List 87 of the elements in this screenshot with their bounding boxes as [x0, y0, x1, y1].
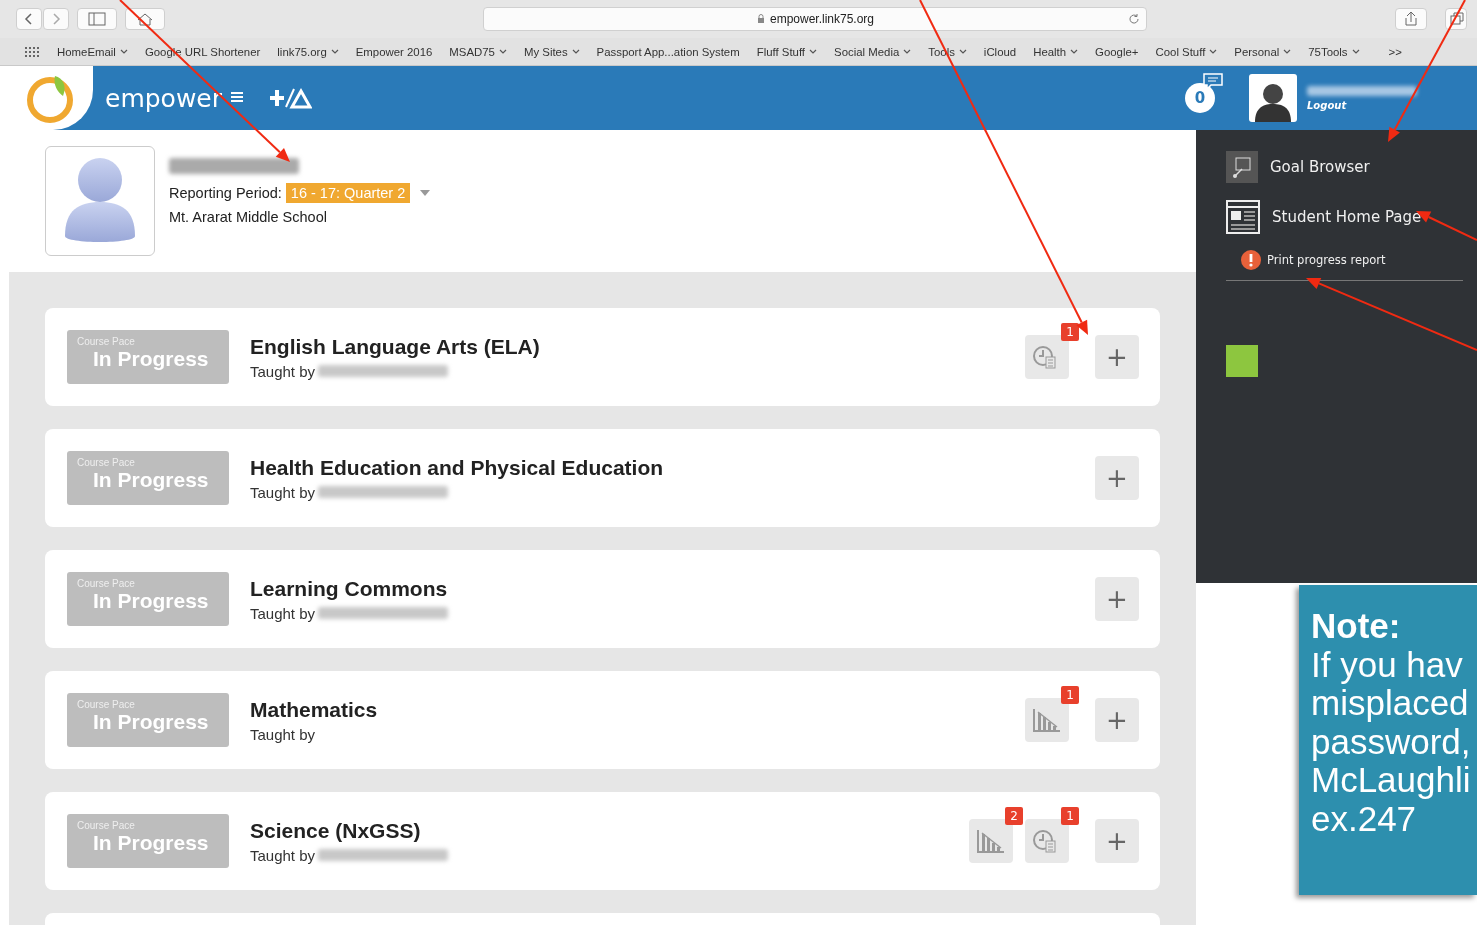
bookmark-item[interactable]: MSAD75 — [449, 45, 507, 58]
bookmark-item[interactable]: iCloud — [983, 45, 1017, 58]
note-text: If you hav — [1311, 645, 1464, 684]
chevron-icon — [119, 48, 128, 55]
webpage-icon — [1226, 200, 1260, 234]
home-icon[interactable] — [125, 8, 165, 30]
menu-item[interactable]: Student Home Page — [1226, 192, 1463, 242]
count-badge: 1 — [1061, 807, 1079, 825]
lock-icon — [755, 14, 766, 24]
more-bookmarks-button[interactable]: >> — [1388, 45, 1402, 58]
logout-link[interactable]: Logout — [1307, 99, 1477, 111]
bookmark-item[interactable]: Passport App...ation System — [596, 45, 740, 58]
bar-chart-button[interactable] — [969, 819, 1013, 863]
notification-button[interactable]: 0 — [1185, 83, 1215, 113]
menu-item[interactable]: Print progress report — [1226, 242, 1463, 278]
note-title: Note: — [1311, 607, 1402, 646]
reload-icon[interactable] — [1128, 13, 1140, 25]
chevron-icon — [1070, 48, 1079, 55]
bookmark-item[interactable]: Cool Stuff — [1155, 45, 1218, 58]
url-text: empower.link75.org — [769, 12, 875, 26]
whiteboard-icon — [1226, 151, 1258, 183]
add-button[interactable]: + — [1095, 577, 1139, 621]
note-text: ex.247 — [1311, 799, 1417, 838]
chevron-icon — [498, 48, 507, 55]
course-title[interactable]: Mathematics — [250, 697, 1025, 722]
course-title[interactable]: Health Education and Physical Education — [250, 455, 1081, 480]
bookmark-item[interactable]: link75.org — [277, 45, 339, 58]
pace-status: In Progress — [92, 468, 210, 492]
note-text: password, — [1311, 722, 1472, 761]
menu-item[interactable]: Goal Browser — [1226, 142, 1463, 192]
chevron-icon — [1351, 48, 1360, 55]
bookmark-item[interactable]: Fluff Stuff — [756, 45, 818, 58]
bookmark-item[interactable]: HomeEmail — [57, 45, 128, 58]
count-badge: 1 — [1061, 323, 1079, 341]
bar-chart-icon — [1032, 707, 1062, 733]
bookmark-item[interactable]: My Sites — [523, 45, 580, 58]
share-icon[interactable] — [1395, 8, 1427, 30]
course-title[interactable]: Science (NxGSS) — [250, 818, 969, 843]
chevron-icon — [958, 48, 967, 55]
back-icon[interactable] — [16, 8, 42, 30]
pace-status: In Progress — [92, 710, 210, 734]
bookmark-item[interactable]: Social Media — [834, 45, 912, 58]
note-text: McLaughli — [1311, 761, 1472, 800]
color-swatch — [1226, 345, 1258, 377]
note-text: misplaced — [1311, 684, 1470, 723]
school-name: Mt. Ararat Middle School — [169, 208, 328, 225]
chevron-icon — [571, 48, 580, 55]
taught-by-label: Taught by — [250, 362, 316, 380]
bar-chart-icon — [976, 828, 1006, 854]
add-button[interactable]: + — [1095, 698, 1139, 742]
course-title[interactable]: Learning Commons — [250, 576, 1081, 601]
avatar-frame[interactable] — [1249, 74, 1297, 122]
add-button[interactable]: + — [1095, 456, 1139, 500]
bookmark-item[interactable]: Google+ — [1095, 45, 1139, 58]
period-label: Reporting Period: — [169, 184, 282, 201]
address-bar[interactable]: empower.link75.org — [483, 7, 1147, 31]
taught-by-label: Taught by — [250, 483, 316, 501]
count-badge: 2 — [1005, 807, 1023, 825]
course-title[interactable]: English Language Arts (ELA) — [250, 334, 1025, 359]
chevron-icon — [903, 48, 912, 55]
menu-icon[interactable] — [230, 91, 244, 105]
taught-by-label: Taught by — [250, 725, 316, 743]
pace-status: In Progress — [92, 347, 210, 371]
chevron-icon — [1283, 48, 1292, 55]
bar-chart-button[interactable] — [1025, 698, 1069, 742]
brand-name: empower — [105, 83, 222, 113]
clock-document-button[interactable] — [1025, 335, 1069, 379]
bookmark-item[interactable]: 75Tools — [1308, 45, 1360, 58]
bookmark-item[interactable]: Health — [1033, 45, 1079, 58]
taught-by-label: Taught by — [250, 604, 316, 622]
add-button[interactable]: + — [1095, 819, 1139, 863]
count-badge: 1 — [1061, 686, 1079, 704]
grid-icon[interactable] — [24, 45, 40, 58]
taught-by-label: Taught by — [250, 846, 316, 864]
pace-status: In Progress — [92, 589, 210, 613]
sidebar-icon[interactable] — [77, 8, 117, 30]
add-assess-icon[interactable] — [270, 87, 312, 109]
chevron-icon — [330, 48, 339, 55]
clock-document-button[interactable] — [1025, 819, 1069, 863]
add-button[interactable]: + — [1095, 335, 1139, 379]
caret-icon[interactable] — [420, 189, 431, 196]
bookmark-item[interactable]: Empower 2016 — [355, 45, 433, 58]
chevron-icon — [1209, 48, 1218, 55]
bookmark-item[interactable]: Personal — [1234, 45, 1292, 58]
alert-icon — [1241, 250, 1261, 270]
pace-status: In Progress — [92, 831, 210, 855]
chevron-icon — [809, 48, 818, 55]
